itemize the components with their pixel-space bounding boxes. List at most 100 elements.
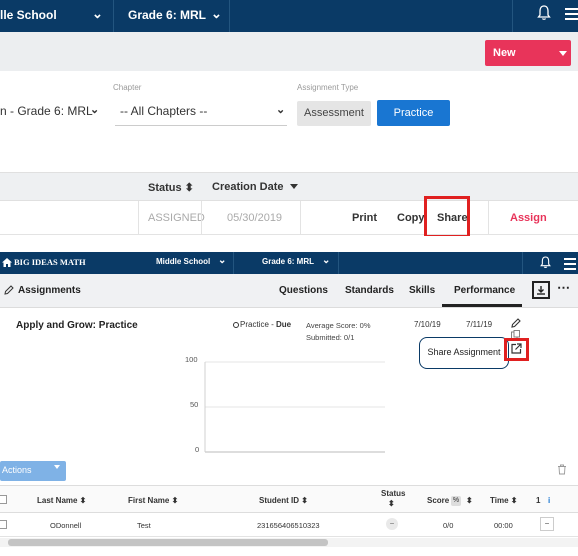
select-underline xyxy=(115,125,287,126)
bell-icon[interactable] xyxy=(537,5,551,21)
grade-selector-label[interactable]: Grade 6: MRL xyxy=(128,8,206,22)
percent-toggle[interactable]: % xyxy=(451,496,461,506)
last-name-cell: ODonnell xyxy=(50,521,82,530)
new-button[interactable]: New xyxy=(485,40,571,66)
practice-button[interactable]: Practice xyxy=(377,100,450,126)
sort-desc-icon xyxy=(290,184,298,189)
tab-skills[interactable]: Skills xyxy=(409,285,435,296)
practice-due-label: Practice - Due xyxy=(233,320,291,329)
chevron-down-icon[interactable]: ⌄ xyxy=(218,255,226,266)
bell-icon[interactable] xyxy=(540,256,551,269)
end-date: 7/11/19 xyxy=(466,320,493,329)
assignments-table-header: Status ⬍ Creation Date xyxy=(0,172,578,201)
actions-button-label: Actions xyxy=(2,465,32,475)
column-divider xyxy=(300,201,301,235)
share-highlight-box xyxy=(424,196,470,238)
actions-button[interactable]: Actions xyxy=(0,461,66,481)
tab-standards[interactable]: Standards xyxy=(345,285,394,296)
top-nav-bar: lle School ⌄ Grade 6: MRL ⌄ xyxy=(0,0,578,32)
bottom-nav-bar: BIG IDEAS MATH Middle School ⌄ Grade 6: … xyxy=(0,252,578,274)
last-name-column-header[interactable]: Last Name ⬍ xyxy=(37,496,86,505)
new-button-label: New xyxy=(493,47,516,59)
start-date: 7/10/19 xyxy=(414,320,441,329)
table-row: ASSIGNED 05/30/2019 Print Copy Share Ass… xyxy=(0,201,578,235)
tab-questions[interactable]: Questions xyxy=(279,285,328,296)
assignment-type-label: Assignment Type xyxy=(297,83,359,92)
time-cell: 00:00 xyxy=(494,521,513,530)
question-1-cell[interactable]: − xyxy=(540,517,554,531)
active-tab-indicator xyxy=(442,304,522,307)
hamburger-menu-icon[interactable] xyxy=(564,258,576,273)
chapter-select[interactable]: -- All Chapters -- xyxy=(120,104,207,118)
score-column-header[interactable]: Score xyxy=(427,496,449,505)
brand-logo[interactable]: BIG IDEAS MATH xyxy=(14,257,86,267)
status-cell: ASSIGNED xyxy=(148,212,205,224)
status-cell: − xyxy=(386,518,398,530)
chevron-down-icon[interactable]: ⌄ xyxy=(211,6,222,22)
chevron-down-icon[interactable]: ⌄ xyxy=(92,6,103,22)
performance-chart xyxy=(170,340,400,460)
pencil-icon[interactable] xyxy=(511,318,521,328)
sort-icon: ⬍ xyxy=(466,496,473,505)
caret-down-icon xyxy=(559,51,567,56)
tab-performance[interactable]: Performance xyxy=(454,285,515,296)
y-tick-label: 50 xyxy=(190,400,199,409)
radio-icon xyxy=(233,321,239,328)
hamburger-menu-icon[interactable] xyxy=(565,8,578,23)
info-icon[interactable]: i xyxy=(548,496,550,505)
score-cell: 0/0 xyxy=(443,521,454,530)
assign-link[interactable]: Assign xyxy=(510,212,547,224)
more-options-icon[interactable]: ⋯ xyxy=(557,280,570,296)
export-icon[interactable] xyxy=(532,281,550,299)
chevron-down-icon[interactable]: ⌄ xyxy=(276,103,285,116)
y-tick-label: 0 xyxy=(195,445,200,454)
nav-divider xyxy=(522,252,523,274)
scrollbar-thumb[interactable] xyxy=(8,539,328,546)
due-label: Due xyxy=(276,320,292,329)
column-divider xyxy=(201,201,202,235)
caret-down-icon xyxy=(54,465,60,469)
status-column-header[interactable]: Status ⬍ xyxy=(148,181,194,194)
school-selector-label[interactable]: Middle School xyxy=(156,257,210,266)
student-id-column-header[interactable]: Student ID ⬍ xyxy=(259,496,308,505)
screenshot-gap xyxy=(0,236,578,252)
creation-date-cell: 05/30/2019 xyxy=(227,212,283,224)
column-divider xyxy=(138,201,139,235)
table-row: ODonnell Test 231656406510323 − 0/0 00:0… xyxy=(0,513,578,537)
chapter-label: Chapter xyxy=(113,83,142,92)
print-link[interactable]: Print xyxy=(352,212,377,224)
student-id-cell: 231656406510323 xyxy=(257,521,320,530)
nav-divider xyxy=(233,252,234,274)
trash-icon[interactable] xyxy=(557,464,567,475)
nav-divider xyxy=(229,0,230,32)
grade-selector-label[interactable]: Grade 6: MRL xyxy=(262,257,314,266)
y-tick-label: 100 xyxy=(185,355,198,364)
assignment-title: Apply and Grow: Practice xyxy=(16,320,138,331)
nav-divider xyxy=(113,0,114,32)
creation-date-column-header[interactable]: Creation Date xyxy=(212,181,284,193)
question-1-column-header[interactable]: 1 xyxy=(536,496,540,505)
time-column-header[interactable]: Time ⬍ xyxy=(490,496,517,505)
nav-divider xyxy=(512,0,513,32)
select-all-checkbox[interactable] xyxy=(0,495,7,504)
row-checkbox[interactable] xyxy=(0,520,7,529)
home-icon[interactable] xyxy=(2,258,12,267)
share-icon-highlight-box xyxy=(504,338,529,361)
assessment-button[interactable]: Assessment xyxy=(297,101,371,126)
assignment-sub-nav: Assignments Questions Standards Skills P… xyxy=(0,274,578,308)
average-score: Average Score: 0% xyxy=(306,321,371,330)
pencil-icon xyxy=(4,285,14,295)
sort-icon: ⬍ xyxy=(388,499,395,508)
course-select[interactable]: n - Grade 6: MRL xyxy=(0,104,93,118)
status-column-header[interactable]: Status xyxy=(381,489,405,498)
first-name-column-header[interactable]: First Name ⬍ xyxy=(128,496,178,505)
chart-svg xyxy=(204,361,385,453)
students-table-header: Last Name ⬍ First Name ⬍ Student ID ⬍ St… xyxy=(0,485,578,513)
copy-link[interactable]: Copy xyxy=(397,212,425,224)
school-selector-label[interactable]: lle School xyxy=(0,8,57,22)
practice-prefix: Practice - xyxy=(240,320,277,329)
chevron-down-icon[interactable]: ⌄ xyxy=(90,103,99,116)
chevron-down-icon[interactable]: ⌄ xyxy=(322,255,330,266)
assignments-link[interactable]: Assignments xyxy=(18,285,81,296)
column-divider xyxy=(488,201,489,235)
